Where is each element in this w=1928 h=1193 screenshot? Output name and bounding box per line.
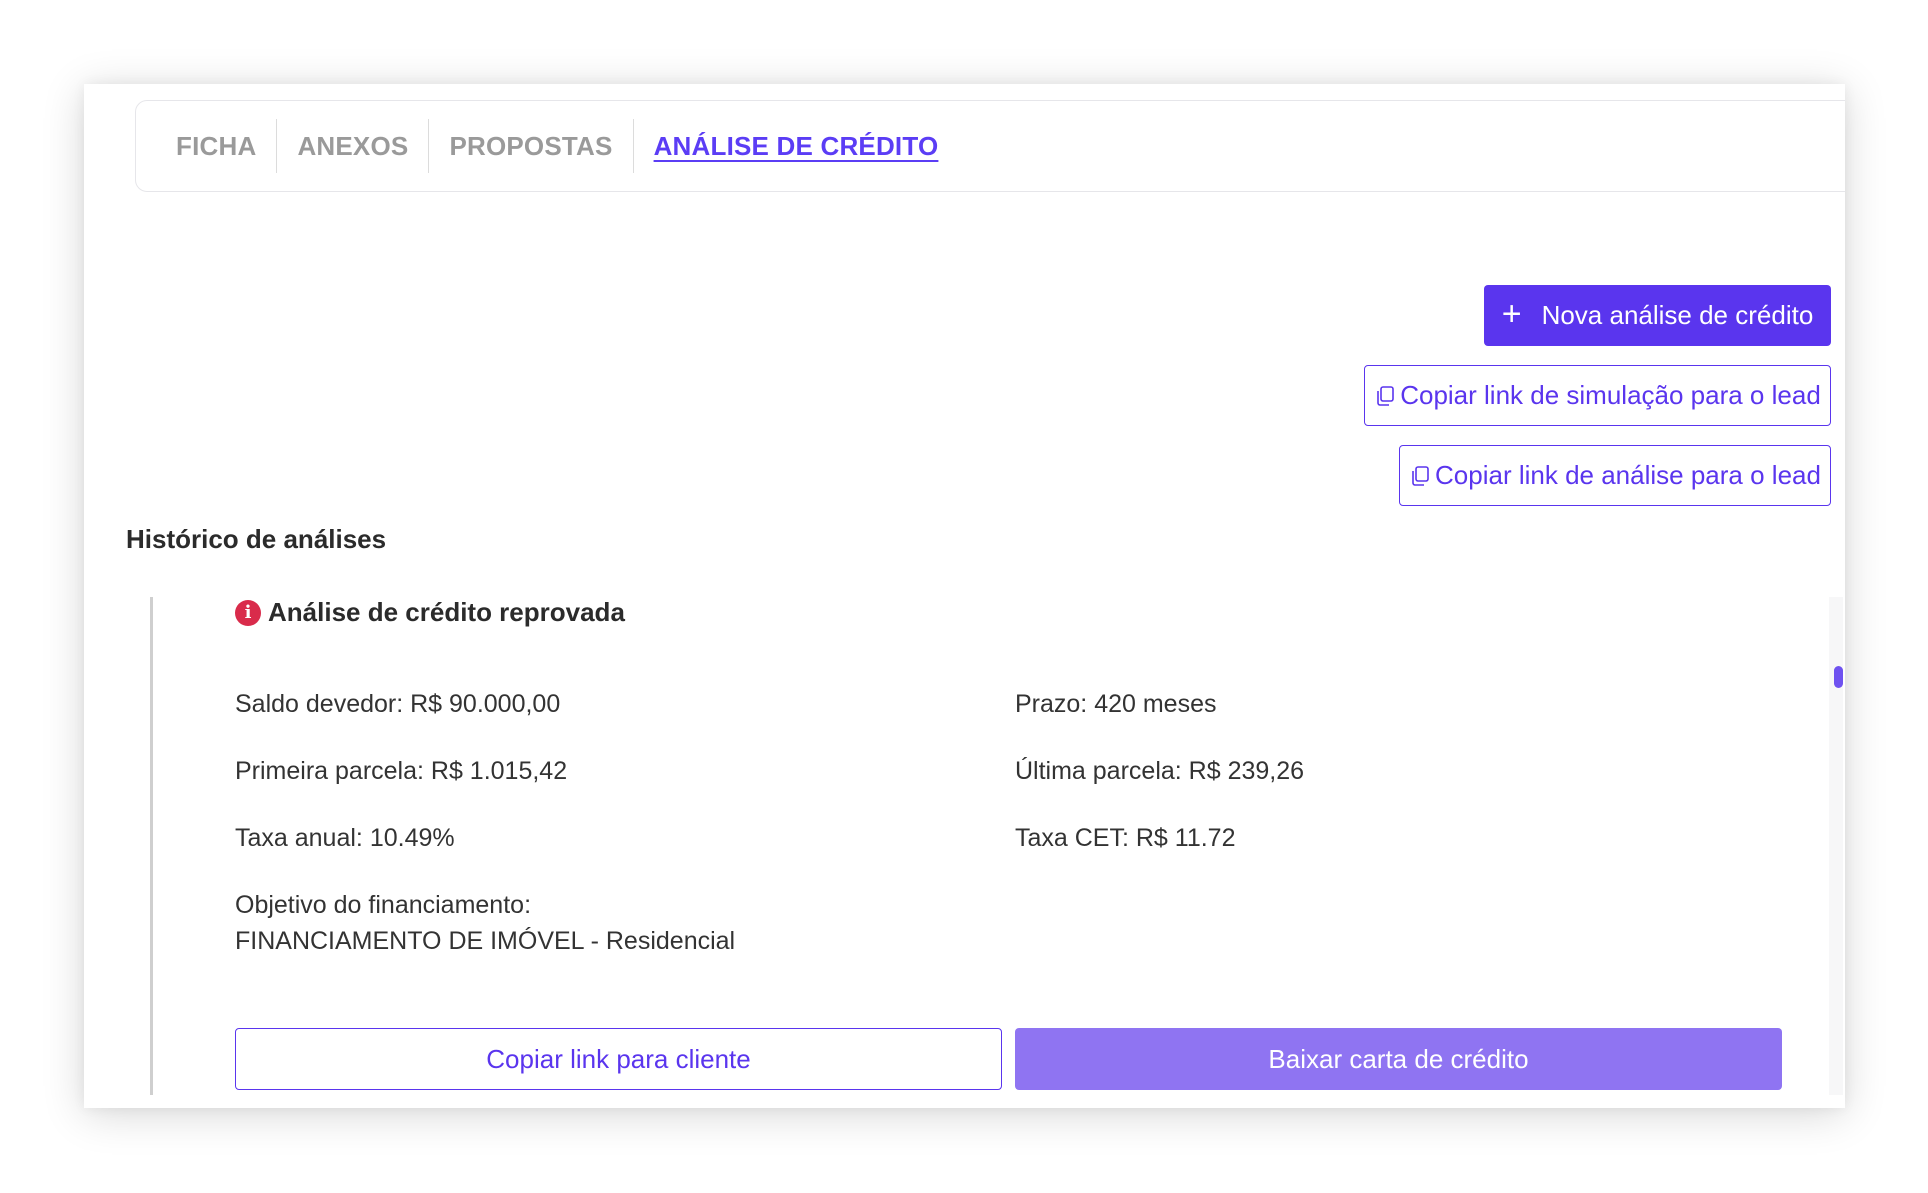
saldo-devedor: Saldo devedor: R$ 90.000,00 (235, 690, 561, 718)
primeira-parcela: Primeira parcela: R$ 1.015,42 (235, 757, 568, 785)
ultima-parcela: Última parcela: R$ 239,26 (1015, 757, 1305, 785)
taxa-cet: Taxa CET: R$ 11.72 (1015, 824, 1236, 852)
page: FICHA ANEXOS PROPOSTAS ANÁLISE DE CRÉDIT… (0, 0, 1928, 1193)
copy-icon (1409, 465, 1431, 487)
timeline-line (150, 597, 153, 1095)
new-credit-analysis-label: Nova análise de crédito (1541, 300, 1814, 330)
copy-simulation-link-label: Copiar link de simulação para o lead (1400, 380, 1821, 410)
download-credit-letter-button[interactable]: Baixar carta de crédito (1015, 1028, 1782, 1090)
copy-client-link-label: Copiar link para cliente (486, 1043, 751, 1074)
objetivo-value: FINANCIAMENTO DE IMÓVEL - Residencial (235, 927, 736, 955)
prazo: Prazo: 420 meses (1015, 690, 1217, 718)
analysis-status-label: Análise de crédito reprovada (268, 597, 625, 627)
tab-bar: FICHA ANEXOS PROPOSTAS ANÁLISE DE CRÉDIT… (135, 100, 1845, 192)
info-error-icon: i (235, 599, 261, 626)
tab-propostas[interactable]: PROPOSTAS (429, 119, 634, 173)
new-credit-analysis-button[interactable]: + Nova análise de crédito (1484, 285, 1831, 346)
taxa-anual: Taxa anual: 10.49% (235, 824, 455, 852)
tab-ficha[interactable]: FICHA (156, 119, 278, 173)
copy-analysis-link-label: Copiar link de análise para o lead (1435, 460, 1821, 490)
copy-analysis-link-button[interactable]: Copiar link de análise para o lead (1399, 445, 1831, 506)
scrollbar-thumb[interactable] (1834, 666, 1843, 688)
copy-simulation-link-button[interactable]: Copiar link de simulação para o lead (1364, 365, 1831, 426)
plus-icon: + (1501, 295, 1522, 333)
history-title: Histórico de análises (126, 524, 387, 554)
lead-panel: FICHA ANEXOS PROPOSTAS ANÁLISE DE CRÉDIT… (84, 84, 1845, 1108)
copy-client-link-button[interactable]: Copiar link para cliente (235, 1028, 1002, 1090)
tab-analise-de-credito[interactable]: ANÁLISE DE CRÉDITO (634, 119, 959, 173)
download-credit-letter-label: Baixar carta de crédito (1268, 1043, 1529, 1074)
tab-anexos[interactable]: ANEXOS (277, 119, 430, 173)
copy-icon (1374, 385, 1396, 407)
objetivo-label: Objetivo do financiamento: (235, 891, 532, 919)
analysis-status: i Análise de crédito reprovada (235, 597, 625, 628)
